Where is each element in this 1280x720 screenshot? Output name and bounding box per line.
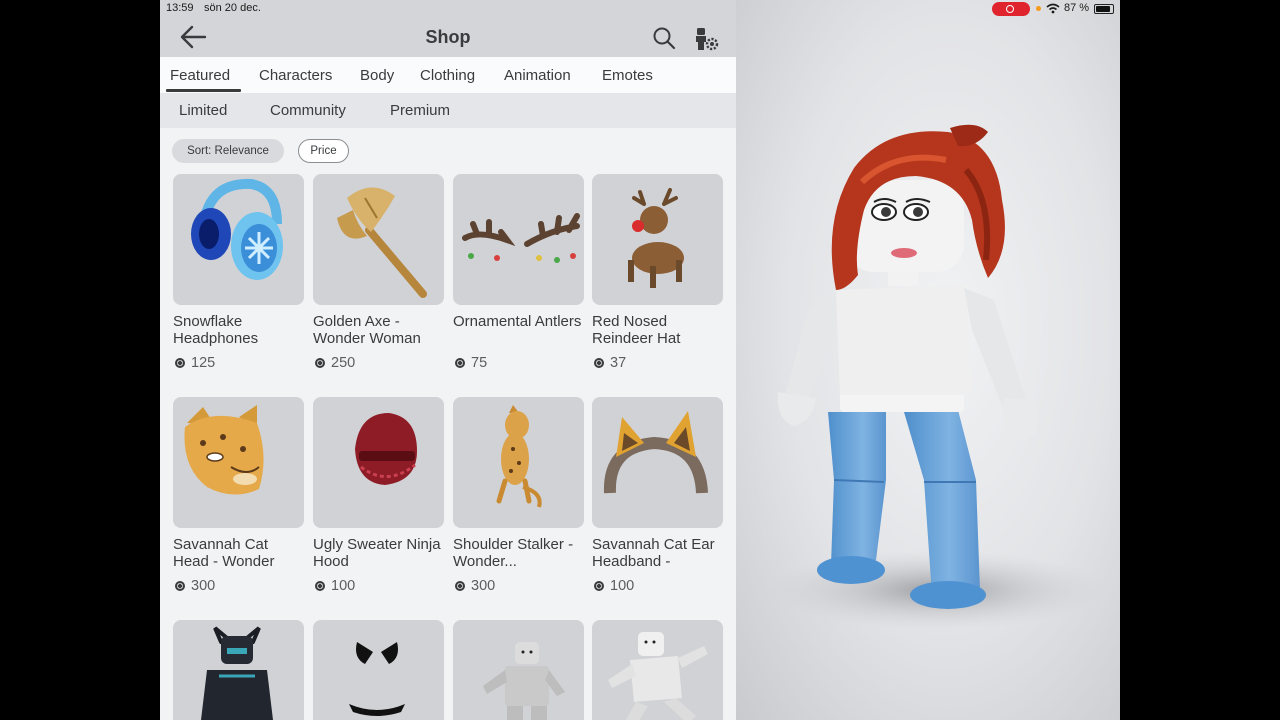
microphone-indicator (1036, 6, 1041, 11)
item-price-value: 100 (331, 578, 356, 594)
primary-tabs: Featured Characters Body Clothing Animat… (160, 57, 736, 93)
item-card[interactable] (313, 620, 444, 720)
robux-icon (175, 581, 185, 591)
item-thumbnail (453, 620, 584, 720)
cat-head-icon (184, 405, 264, 495)
battery-percentage: 87 % (1064, 2, 1090, 14)
item-card[interactable]: Snowflake Headphones 125 (173, 174, 304, 371)
robux-icon (315, 358, 325, 368)
tablet-screen: 800 Shop (160, 0, 1120, 720)
tab-premium[interactable]: Premium (390, 102, 450, 119)
tab-clothing[interactable]: Clothing (420, 67, 475, 84)
wifi-icon (1046, 3, 1060, 14)
snowflake-headphones-icon (191, 178, 283, 280)
robux-icon (455, 358, 465, 368)
avatar-gear-icon (696, 28, 719, 51)
item-name: Ugly Sweater Ninja Hood (313, 536, 441, 570)
item-price-value: 250 (331, 355, 356, 371)
cat-ears-headband-icon (603, 411, 708, 494)
item-card[interactable]: Red Nosed Reindeer Hat 37 (592, 174, 723, 371)
item-price: 75 (453, 355, 584, 371)
robux-icon (455, 581, 465, 591)
robux-icon (594, 581, 604, 591)
item-price: 100 (592, 578, 723, 594)
armored-figure-icon (201, 626, 273, 720)
item-thumbnail (313, 620, 444, 720)
angry-face-icon (349, 642, 405, 716)
item-price-value: 125 (191, 355, 216, 371)
item-thumbnail (592, 620, 723, 720)
price-filter-button[interactable]: Price (298, 139, 349, 163)
item-name: Snowflake Headphones (173, 313, 259, 347)
item-card[interactable]: Savannah Cat Head - Wonder 300 (173, 397, 304, 594)
item-card[interactable] (173, 620, 304, 720)
antlers-icon (462, 213, 580, 263)
shop-panel: Shop 13:59 sön 20 dec. Featured Characte… (160, 0, 736, 720)
item-name: Ornamental Antlers (453, 313, 582, 330)
item-thumbnail (173, 620, 304, 720)
item-card[interactable]: Ornamental Antlers 75 (453, 174, 584, 371)
animation-pose-icon (483, 642, 565, 720)
status-bar: 13:59 sön 20 dec. (160, 0, 736, 18)
item-price-value: 300 (471, 578, 496, 594)
shoulder-cat-icon (496, 405, 542, 508)
item-price-value: 100 (610, 578, 635, 594)
robux-icon (315, 581, 325, 591)
item-card[interactable]: Ugly Sweater Ninja Hood 100 (313, 397, 444, 594)
animation-pose-icon (608, 632, 708, 720)
item-thumbnail (313, 397, 444, 528)
avatar-figure[interactable] (736, 0, 1120, 720)
item-price: 300 (173, 578, 304, 594)
tab-limited[interactable]: Limited (179, 102, 227, 119)
item-name: Savannah Cat Head - Wonder (173, 536, 275, 570)
item-price-value: 75 (471, 355, 488, 371)
item-card[interactable]: Savannah Cat Ear Headband - 100 (592, 397, 723, 594)
item-thumbnail (453, 397, 584, 528)
item-thumbnail (453, 174, 584, 305)
item-price: 100 (313, 578, 444, 594)
item-price: 125 (173, 355, 304, 371)
item-price: 300 (453, 578, 584, 594)
search-icon (653, 27, 676, 50)
status-date: sön 20 dec. (204, 2, 261, 14)
item-card[interactable]: Shoulder Stalker - Wonder... 300 (453, 397, 584, 594)
active-tab-indicator (166, 89, 241, 92)
item-price-value: 300 (191, 578, 216, 594)
item-card[interactable]: Golden Axe - Wonder Woman 250 (313, 174, 444, 371)
item-thumbnail (173, 174, 304, 305)
item-card[interactable] (592, 620, 723, 720)
tab-characters[interactable]: Characters (259, 67, 332, 84)
battery-icon (1094, 4, 1114, 14)
ninja-hood-icon (355, 413, 417, 485)
tab-body[interactable]: Body (360, 67, 394, 84)
page-title: Shop (425, 27, 471, 47)
golden-axe-icon (337, 187, 427, 298)
secondary-tabs: Limited Community Premium (160, 93, 736, 128)
tab-community[interactable]: Community (270, 102, 346, 119)
item-name: Red Nosed Reindeer Hat (592, 313, 681, 347)
item-thumbnail (592, 174, 723, 305)
tab-featured[interactable]: Featured (170, 67, 230, 84)
avatar-settings-button[interactable] (693, 26, 719, 52)
item-thumbnail (313, 174, 444, 305)
avatar-viewport[interactable]: 800 (736, 0, 1120, 720)
item-name: Golden Axe - Wonder Woman (313, 313, 421, 347)
item-card[interactable] (453, 620, 584, 720)
item-price: 37 (592, 355, 723, 371)
sort-button[interactable]: Sort: Relevance (172, 139, 284, 163)
robux-icon (594, 358, 604, 368)
item-name: Savannah Cat Ear Headband - (592, 536, 715, 570)
item-price-value: 37 (610, 355, 627, 371)
item-name: Shoulder Stalker - Wonder... (453, 536, 574, 570)
item-price: 250 (313, 355, 444, 371)
item-thumbnail (592, 397, 723, 528)
item-thumbnail (173, 397, 304, 528)
search-button[interactable] (652, 26, 676, 50)
robux-icon (175, 358, 185, 368)
tab-animation[interactable]: Animation (504, 67, 571, 84)
status-time: 13:59 (166, 2, 194, 14)
tab-emotes[interactable]: Emotes (602, 67, 653, 84)
reindeer-hat-icon (628, 188, 684, 288)
screen-recording-indicator (992, 2, 1030, 16)
